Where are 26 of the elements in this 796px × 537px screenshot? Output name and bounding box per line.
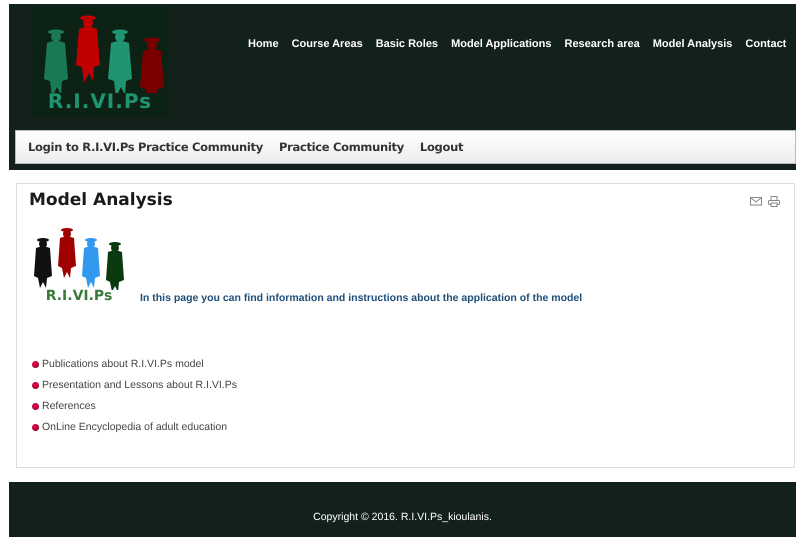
nav-link[interactable]: Model Analysis — [652, 38, 732, 50]
print-icon[interactable] — [768, 196, 780, 207]
bullet-icon — [32, 360, 39, 368]
sub-menu-link[interactable]: Practice Community — [278, 140, 404, 154]
email-icon[interactable] — [750, 196, 762, 206]
nav-link[interactable]: Basic Roles — [376, 38, 438, 50]
article-link[interactable]: References — [42, 400, 96, 412]
article-link[interactable]: Presentation and Lessons about R.I.VI.Ps — [42, 379, 237, 391]
nav-link[interactable]: Course Areas — [292, 38, 363, 50]
nav-link[interactable]: Model Applications — [451, 38, 552, 50]
logo-text: R.I.VI.Ps — [46, 288, 112, 304]
article-title: Model Analysis — [29, 190, 173, 210]
copyright-text: Copyright © 2016. R.I.VI.Ps_kioulanis. — [313, 511, 492, 523]
nav-link[interactable]: Contact — [745, 38, 786, 50]
sub-menu-link[interactable]: Login to R.I.VI.Ps Practice Community — [28, 140, 263, 154]
article-link[interactable]: Publications about R.I.VI.Ps model — [42, 358, 204, 370]
bullet-icon — [32, 382, 39, 388]
bullet-icon — [32, 424, 39, 430]
nav-link[interactable]: Research area — [564, 38, 640, 50]
site-logo[interactable]: R.I.VI.Ps — [32, 7, 168, 117]
logo-text: R.I.VI.Ps — [48, 89, 152, 113]
nav-link[interactable]: Home — [248, 38, 279, 50]
article-link[interactable]: OnLine Encyclopedia of adult education — [42, 421, 228, 433]
sub-menu-link[interactable]: Logout — [420, 140, 464, 154]
intro-text: In this page you can find information and instructions about the application of the model — [140, 292, 582, 304]
bullet-icon — [32, 402, 39, 410]
